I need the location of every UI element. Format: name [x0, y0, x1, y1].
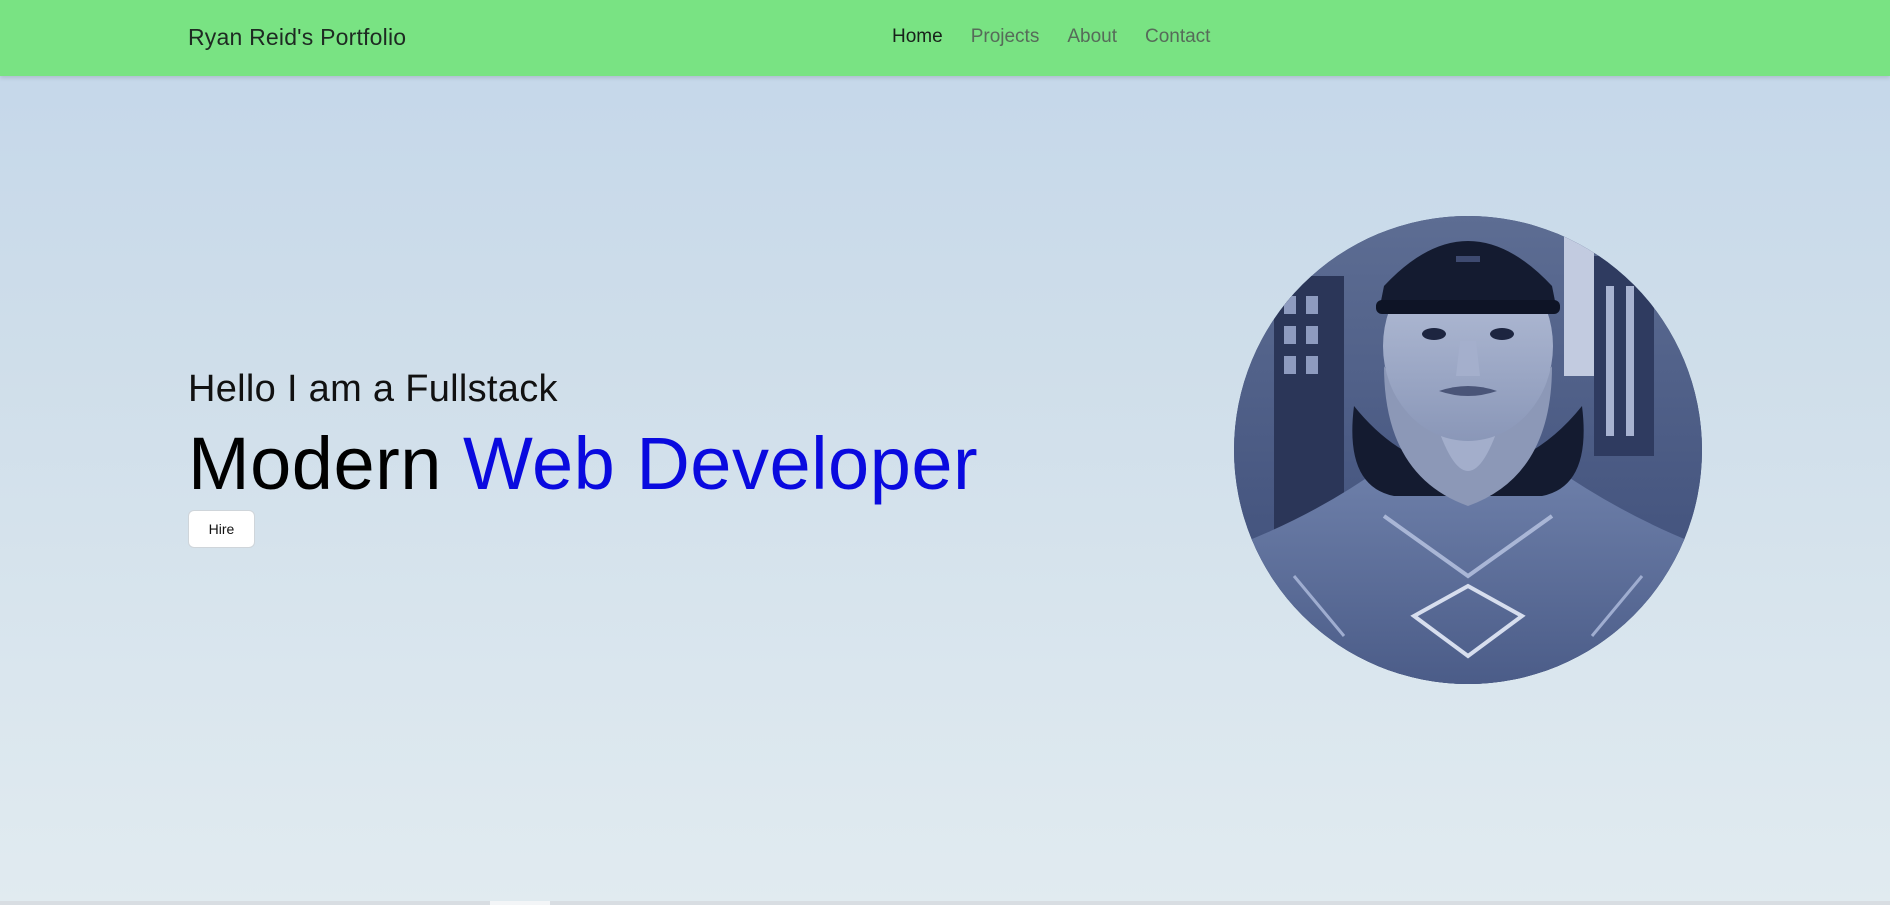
- hero-intro: Hello I am a Fullstack: [188, 368, 558, 410]
- hero-text: Hello I am a Fullstack Modern Web Develo…: [188, 364, 978, 506]
- nav-links: Home Projects About Contact: [892, 26, 1238, 48]
- profile-photo: [1234, 216, 1702, 684]
- hire-button[interactable]: Hire: [188, 510, 255, 548]
- navbar: Ryan Reid's Portfolio Home Projects Abou…: [0, 0, 1890, 76]
- horizontal-scrollbar[interactable]: [0, 901, 1890, 905]
- brand-link[interactable]: Ryan Reid's Portfolio: [188, 24, 406, 51]
- nav-link-home[interactable]: Home: [892, 26, 943, 48]
- headline-accent: Web Developer: [462, 422, 979, 505]
- nav-link-about[interactable]: About: [1067, 26, 1117, 48]
- nav-link-projects[interactable]: Projects: [971, 26, 1040, 48]
- scrollbar-thumb[interactable]: [490, 901, 550, 905]
- headline-plain: Modern: [188, 422, 463, 505]
- hero-headline: Modern Web Developer: [188, 422, 978, 506]
- nav-link-contact[interactable]: Contact: [1145, 26, 1210, 48]
- portrait-illustration: [1234, 216, 1702, 684]
